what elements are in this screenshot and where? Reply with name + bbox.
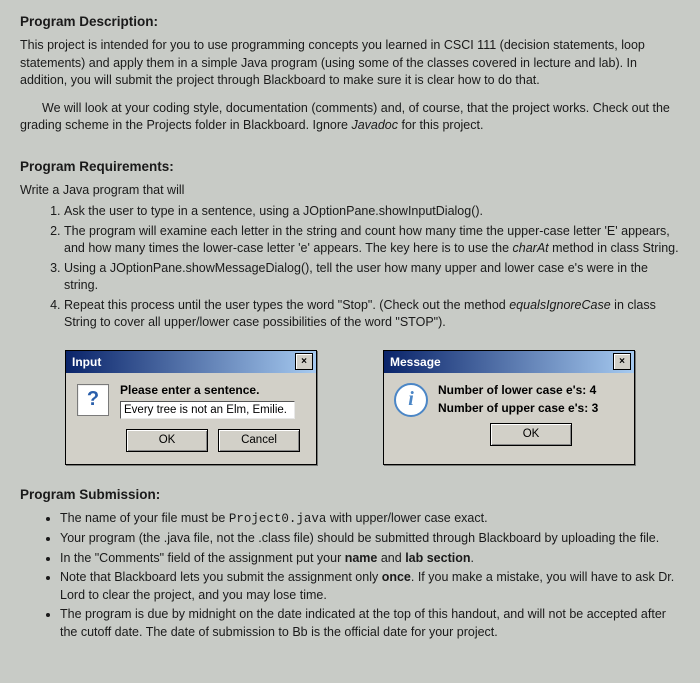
- requirements-intro: Write a Java program that will: [20, 182, 680, 200]
- program-description-heading: Program Description:: [20, 14, 680, 29]
- lower-case-count-line: Number of lower case e's: 4: [438, 383, 624, 397]
- lab-section-bold: lab section: [405, 551, 470, 565]
- question-icon: ?: [76, 383, 110, 417]
- submission-item-2: Your program (the .java file, not the .c…: [60, 530, 680, 548]
- cancel-button[interactable]: Cancel: [218, 429, 300, 452]
- program-requirements-heading: Program Requirements:: [20, 159, 680, 174]
- requirement-3: Using a JOptionPane.showMessageDialog(),…: [64, 260, 680, 295]
- description-paragraph-1: This project is intended for you to use …: [20, 37, 680, 90]
- info-icon: i: [394, 383, 428, 417]
- desc2-text-b: for this project.: [398, 118, 483, 132]
- message-dialog-title: Message: [390, 355, 441, 369]
- input-dialog-content: Please enter a sentence. OK Cancel: [120, 383, 306, 452]
- once-bold: once: [382, 570, 411, 584]
- submission-list: The name of your file must be Project0.j…: [20, 510, 680, 642]
- input-dialog-body: ? Please enter a sentence. OK Cancel: [66, 373, 316, 464]
- requirement-4: Repeat this process until the user types…: [64, 297, 680, 332]
- info-icon-glyph: i: [394, 383, 428, 417]
- input-dialog-title: Input: [72, 355, 101, 369]
- subm1-b: with upper/lower case exact.: [326, 511, 487, 525]
- requirement-2: The program will examine each letter in …: [64, 223, 680, 258]
- submission-item-1: The name of your file must be Project0.j…: [60, 510, 680, 529]
- input-button-row: OK Cancel: [120, 429, 306, 452]
- input-prompt-label: Please enter a sentence.: [120, 383, 306, 397]
- name-bold: name: [345, 551, 378, 565]
- description-paragraph-2: We will look at your coding style, docum…: [20, 100, 680, 135]
- equalsignorecase-term: equalsIgnoreCase: [509, 298, 610, 312]
- subm3-a: In the "Comments" field of the assignmen…: [60, 551, 345, 565]
- requirements-list: Ask the user to type in a sentence, usin…: [20, 203, 680, 332]
- message-dialog-titlebar: Message ×: [384, 351, 634, 373]
- program-submission-heading: Program Submission:: [20, 487, 680, 502]
- subm1-a: The name of your file must be: [60, 511, 229, 525]
- input-dialog-titlebar: Input ×: [66, 351, 316, 373]
- req2-b: method in class String.: [549, 241, 679, 255]
- input-dialog: Input × ? Please enter a sentence. OK Ca…: [65, 350, 317, 465]
- dialog-screenshots-row: Input × ? Please enter a sentence. OK Ca…: [20, 350, 680, 465]
- question-icon-glyph: ?: [77, 384, 109, 416]
- charat-term: charAt: [513, 241, 549, 255]
- message-dialog-body: i Number of lower case e's: 4 Number of …: [384, 373, 634, 458]
- req4-a: Repeat this process until the user types…: [64, 298, 509, 312]
- submission-item-4: Note that Blackboard lets you submit the…: [60, 569, 680, 604]
- submission-item-3: In the "Comments" field of the assignmen…: [60, 550, 680, 568]
- submission-item-5: The program is due by midnight on the da…: [60, 606, 680, 641]
- ok-button[interactable]: OK: [490, 423, 572, 446]
- filename-code: Project0.java: [229, 512, 327, 526]
- requirement-1: Ask the user to type in a sentence, usin…: [64, 203, 680, 221]
- subm3-b: .: [470, 551, 473, 565]
- close-icon[interactable]: ×: [295, 353, 313, 370]
- subm4-a: Note that Blackboard lets you submit the…: [60, 570, 382, 584]
- message-dialog: Message × i Number of lower case e's: 4 …: [383, 350, 635, 465]
- message-dialog-content: Number of lower case e's: 4 Number of up…: [438, 383, 624, 446]
- desc2-text-a: We will look at your coding style, docum…: [20, 101, 670, 133]
- subm3-mid: and: [377, 551, 405, 565]
- sentence-input[interactable]: [120, 401, 295, 419]
- document-page: Program Description: This project is int…: [0, 0, 700, 665]
- close-icon[interactable]: ×: [613, 353, 631, 370]
- message-button-row: OK: [438, 423, 624, 446]
- upper-case-count-line: Number of upper case e's: 3: [438, 401, 624, 415]
- ok-button[interactable]: OK: [126, 429, 208, 452]
- javadoc-term: Javadoc: [351, 118, 398, 132]
